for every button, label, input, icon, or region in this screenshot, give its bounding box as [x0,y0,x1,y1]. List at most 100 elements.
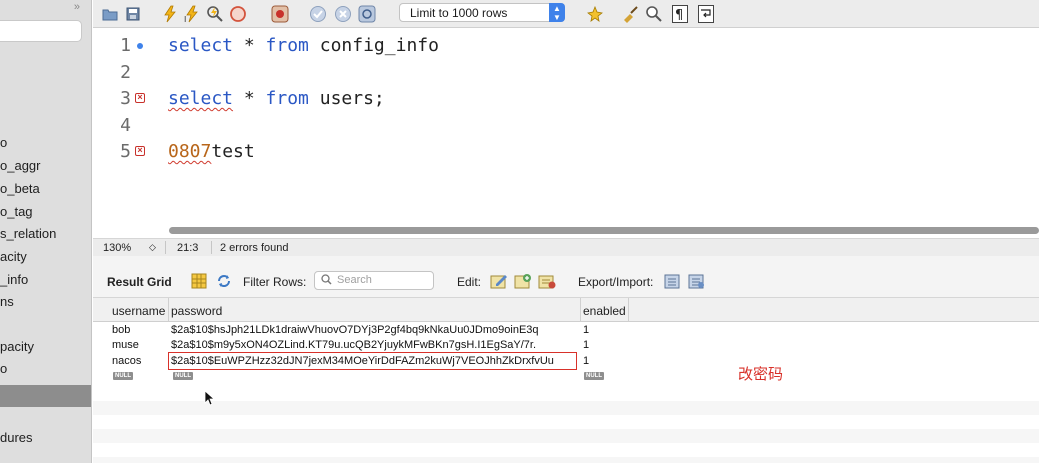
error-count: 2 errors found [220,242,289,254]
filter-rows-label: Filter Rows: [243,275,307,289]
column-separator[interactable] [628,298,629,322]
filter-rows-search-input[interactable]: Search [314,271,434,290]
add-row-icon[interactable] [514,273,532,289]
explain-icon[interactable] [206,5,224,23]
line-number: 4 [120,115,131,136]
edit-label: Edit: [457,275,482,289]
column-header-username[interactable]: username [112,304,165,318]
export-icon[interactable] [664,273,682,289]
line-number: 5 [120,141,131,162]
limit-rows-label: Limit to 1000 rows [410,6,508,20]
cell-enabled[interactable]: 1 [583,355,589,367]
zoom-stepper-icon[interactable]: ◇ [149,242,156,253]
error-marker-icon[interactable]: × [135,146,145,156]
zoom-level[interactable]: 130% [103,242,131,254]
null-badge: NULL [173,372,193,380]
column-header-enabled[interactable]: enabled [583,304,626,318]
beautify-icon[interactable] [586,5,604,23]
sql-keyword: from [265,88,309,109]
cell-username[interactable]: bob [112,324,130,336]
code-text: * [233,88,266,109]
divider [211,241,212,254]
navigator-item[interactable]: o [0,361,7,376]
cell-enabled[interactable]: 1 [583,324,589,336]
edit-row-icon[interactable] [490,273,508,289]
stop-icon[interactable] [229,5,247,23]
code-text: users; [308,88,385,109]
refresh-icon[interactable] [216,273,234,289]
import-icon[interactable] [688,273,706,289]
sql-keyword: select [168,88,234,109]
result-grid-tab[interactable]: Result Grid [107,275,172,289]
cell-username[interactable]: nacos [112,355,141,367]
export-import-label: Export/Import: [578,275,654,289]
sql-keyword: select [168,35,234,56]
line-number: 1 [120,35,131,56]
code-line[interactable]: 0807test [168,141,255,162]
table-row[interactable]: muse $2a$10$m9y5xON4OZLind.KT79u.ucQB2Yj… [93,338,1039,353]
broom-icon[interactable] [621,5,639,23]
sql-editor[interactable]: 1 select * from config_info 2 3 × select… [93,28,1039,238]
save-icon[interactable] [124,5,142,23]
cell-enabled[interactable]: 1 [583,339,589,351]
code-line[interactable]: select * from config_info [168,35,439,56]
navigator-item[interactable]: o_tag [0,204,33,219]
navigator-header: » [0,0,91,16]
delete-row-icon[interactable] [538,273,556,289]
horizontal-scrollbar[interactable] [169,227,1039,234]
code-error-text: 0807 [168,141,212,162]
line-number: 2 [120,62,131,83]
cell-password[interactable]: $2a$10$m9y5xON4OZLind.KT79u.ucQB2YjuykMF… [171,339,536,351]
navigator-item[interactable]: o [0,135,7,150]
autocommit-icon[interactable] [358,5,376,23]
empty-row-stripe [93,401,1039,415]
table-row-new[interactable]: NULL NULL NULL [93,370,1039,385]
column-separator[interactable] [168,298,169,322]
navigator-item[interactable]: o_aggr [0,158,40,173]
folder-open-icon[interactable] [101,5,119,23]
mouse-pointer-icon [204,390,216,411]
execute-current-icon[interactable]: I [183,5,201,23]
empty-row-stripe [93,429,1039,443]
navigator-item[interactable]: o_beta [0,181,40,196]
null-badge: NULL [584,372,604,380]
cell-password[interactable]: $2a$10$hsJph21LDk1draiwVhuovO7DYj3P2gf4b… [171,324,539,336]
execute-icon[interactable] [161,5,179,23]
commit-icon[interactable] [309,5,327,23]
navigator-item[interactable]: dures [0,430,33,445]
result-grid[interactable]: username password enabled bob $2a$10$hsJ… [93,298,1039,463]
collapse-icon[interactable]: » [74,1,80,13]
sql-keyword: from [265,35,309,56]
navigator-item[interactable]: ns [0,294,14,309]
column-header-password[interactable]: password [171,304,222,318]
grid-header: username password enabled [93,298,1039,322]
error-marker-icon[interactable]: × [135,93,145,103]
grid-view-icon[interactable] [191,273,209,289]
line-number: 3 [120,88,131,109]
schema-navigator: » o o_aggr o_beta o_tag s_relation acity… [0,0,92,463]
search-icon [321,274,332,288]
divider [165,241,166,254]
limit-rows-select[interactable]: Limit to 1000 rows ▲ ▼ [399,3,565,22]
wrap-icon[interactable] [697,5,715,23]
invisible-chars-icon[interactable]: ¶ [671,5,689,23]
navigator-item[interactable]: pacity [0,339,34,354]
svg-text:¶: ¶ [675,8,683,23]
table-row[interactable]: bob $2a$10$hsJph21LDk1draiwVhuovO7DYj3P2… [93,323,1039,338]
navigator-item[interactable]: s_relation [0,226,56,241]
highlight-box [168,352,577,370]
find-icon[interactable] [645,5,663,23]
code-line[interactable]: select * from users; [168,88,385,109]
toggle-error-icon[interactable] [271,5,289,23]
code-text: config_info [308,35,439,56]
navigator-search-input[interactable] [0,20,82,42]
navigator-item[interactable]: acity [0,249,27,264]
workbench-window: » o o_aggr o_beta o_tag s_relation acity… [0,0,1039,463]
column-separator[interactable] [580,298,581,322]
search-placeholder: Search [337,274,372,286]
navigator-item[interactable]: _info [0,272,28,287]
annotation-text: 改密码 [738,366,784,383]
cell-username[interactable]: muse [112,339,139,351]
navigator-selected-item[interactable] [0,385,91,407]
rollback-icon[interactable] [334,5,352,23]
